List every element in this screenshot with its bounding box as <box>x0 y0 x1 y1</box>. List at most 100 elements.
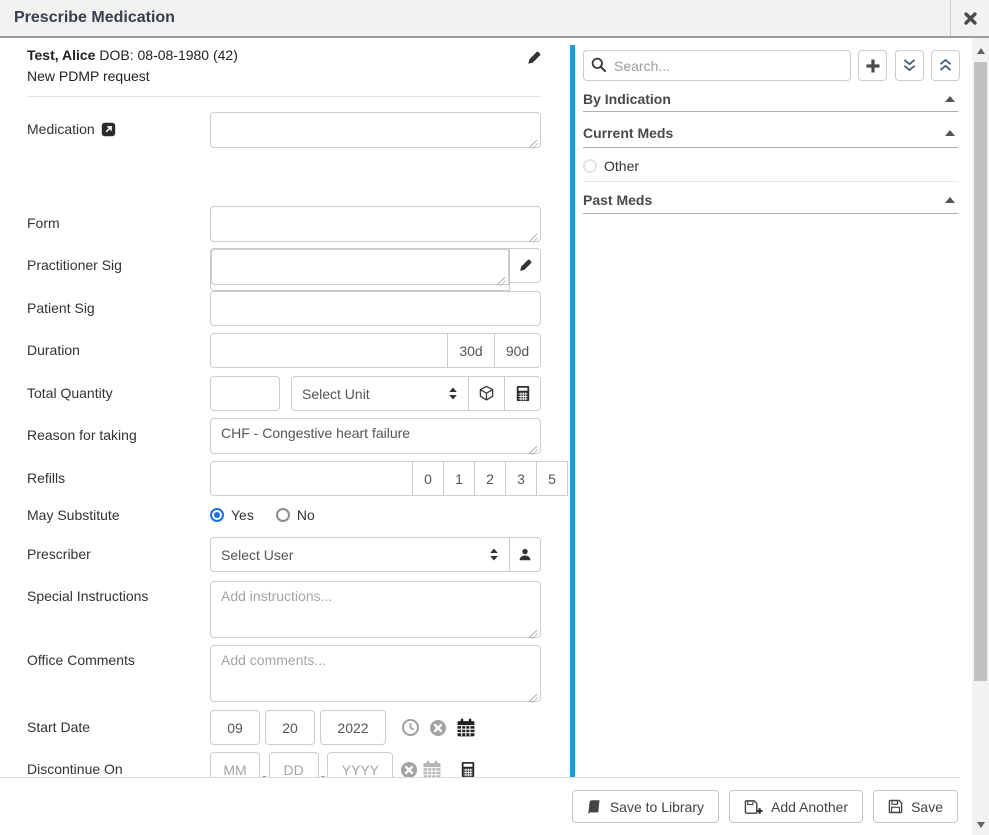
patient-info: Test, Alice DOB: 08-08-1980 (42) New PDM… <box>27 45 541 87</box>
discontinue-day-input[interactable] <box>269 752 319 777</box>
substitute-no-option[interactable]: No <box>276 507 315 523</box>
duration-90d-button[interactable]: 90d <box>494 333 541 368</box>
prescription-form: Test, Alice DOB: 08-08-1980 (42) New PDM… <box>0 38 568 777</box>
duration-input[interactable] <box>210 333 448 368</box>
package-button[interactable] <box>468 376 505 411</box>
start-date-label: Start Date <box>27 719 90 735</box>
medication-label: Medication <box>27 112 210 153</box>
add-medication-button[interactable] <box>858 50 887 81</box>
add-another-button[interactable]: Add Another <box>729 790 863 823</box>
modal-footer: Save to Library Add Another Save <box>0 777 960 835</box>
total-quantity-row: Total Quantity Select Unit <box>27 376 541 411</box>
patient-sig-input[interactable] <box>210 291 541 326</box>
refills-input[interactable] <box>210 461 413 496</box>
substitute-yes-option[interactable]: Yes <box>210 507 254 523</box>
scrollbar-thumb[interactable] <box>974 62 987 681</box>
unit-select[interactable]: Select Unit <box>291 376 469 411</box>
expand-all-button[interactable] <box>895 50 924 81</box>
form-label: Form <box>27 215 60 231</box>
clock-icon[interactable] <box>401 718 420 737</box>
medication-library-panel: By Indication Current Meds Other Past Me… <box>570 38 972 777</box>
close-button[interactable] <box>950 0 989 36</box>
radio-yes-icon[interactable] <box>210 508 224 522</box>
office-comments-row: Office Comments <box>27 645 541 707</box>
reason-input[interactable]: CHF - Congestive heart failure <box>210 418 541 454</box>
may-substitute-label: May Substitute <box>27 507 120 523</box>
external-link-icon[interactable] <box>101 121 116 137</box>
discontinue-month-input[interactable] <box>210 752 260 777</box>
refills-1-button[interactable]: 1 <box>443 461 475 496</box>
collapse-caret-icon[interactable] <box>945 197 955 203</box>
scroll-up-icon[interactable] <box>972 42 989 59</box>
pencil-icon <box>518 259 532 273</box>
patient-dob: DOB: 08-08-1980 (42) <box>99 47 238 63</box>
refills-2-button[interactable]: 2 <box>474 461 506 496</box>
prescribe-medication-modal: Prescribe Medication Test, Alice DOB: 08… <box>0 0 989 835</box>
duration-row: Duration 30d 90d <box>27 333 541 368</box>
vertical-scrollbar[interactable] <box>972 38 989 835</box>
clear-date-icon[interactable] <box>429 719 447 737</box>
quantity-input[interactable] <box>210 376 280 411</box>
current-med-other-option[interactable]: Other <box>583 158 958 174</box>
prescriber-select[interactable]: Select User <box>210 537 510 572</box>
scroll-down-icon[interactable] <box>972 816 989 833</box>
select-arrows-icon <box>448 387 458 400</box>
refills-5-button[interactable]: 5 <box>536 461 568 496</box>
special-instructions-input[interactable] <box>210 581 541 638</box>
calendar-icon[interactable] <box>456 718 476 737</box>
reason-row: Reason for taking CHF - Congestive heart… <box>27 418 541 459</box>
select-user-button[interactable] <box>509 537 541 572</box>
calendar-icon[interactable] <box>422 760 442 777</box>
collapse-all-button[interactable] <box>931 50 960 81</box>
discontinue-year-input[interactable] <box>327 752 393 777</box>
book-icon <box>587 799 602 815</box>
start-day-input[interactable] <box>265 710 315 745</box>
save-button[interactable]: Save <box>873 790 958 823</box>
calculator-button[interactable] <box>504 376 541 411</box>
section-by-indication[interactable]: By Indication <box>583 91 958 107</box>
collapse-caret-icon[interactable] <box>945 96 955 102</box>
section-past-meds[interactable]: Past Meds <box>583 192 958 208</box>
patient-sig-row: Patient Sig <box>27 291 541 326</box>
save-to-library-button[interactable]: Save to Library <box>572 790 719 823</box>
clear-date-icon[interactable] <box>400 761 418 778</box>
start-date-row: Start Date <box>27 710 541 745</box>
save-plus-icon <box>744 799 763 815</box>
refills-0-button[interactable]: 0 <box>412 461 444 496</box>
save-icon <box>888 799 903 814</box>
patient-divider <box>27 96 541 97</box>
modal-header: Prescribe Medication <box>0 0 989 38</box>
refills-label: Refills <box>27 470 65 486</box>
search-input[interactable] <box>583 50 851 81</box>
refills-11-button[interactable]: 11 <box>567 461 568 496</box>
special-instructions-row: Special Instructions <box>27 581 541 643</box>
form-input[interactable] <box>210 206 541 242</box>
medication-input[interactable] <box>210 112 541 148</box>
calculator-icon[interactable] <box>460 761 476 777</box>
cube-icon <box>478 385 495 402</box>
close-icon[interactable] <box>963 11 978 26</box>
edit-sig-button[interactable] <box>509 248 541 283</box>
special-instructions-label: Special Instructions <box>27 588 148 604</box>
edit-patient-pencil-icon[interactable] <box>526 51 541 66</box>
start-year-input[interactable] <box>320 710 386 745</box>
radio-no-icon[interactable] <box>276 508 290 522</box>
refills-row: Refills 0 1 2 3 5 11 <box>27 461 541 496</box>
chevrons-down-icon <box>902 58 917 73</box>
office-comments-label: Office Comments <box>27 652 135 668</box>
section-current-meds[interactable]: Current Meds <box>583 125 958 141</box>
search-field <box>583 50 851 81</box>
panel-accent-bar <box>570 45 575 777</box>
practitioner-sig-input[interactable] <box>211 249 509 285</box>
pdmp-request-link[interactable]: New PDMP request <box>27 66 541 87</box>
office-comments-input[interactable] <box>210 645 541 702</box>
duration-30d-button[interactable]: 30d <box>447 333 495 368</box>
reason-label: Reason for taking <box>27 427 137 443</box>
collapse-caret-icon[interactable] <box>945 130 955 136</box>
date-separator: - <box>262 767 267 777</box>
prescriber-label: Prescriber <box>27 546 91 562</box>
start-month-input[interactable] <box>210 710 260 745</box>
section-divider <box>583 147 958 148</box>
radio-other-icon[interactable] <box>583 159 597 173</box>
refills-3-button[interactable]: 3 <box>505 461 537 496</box>
